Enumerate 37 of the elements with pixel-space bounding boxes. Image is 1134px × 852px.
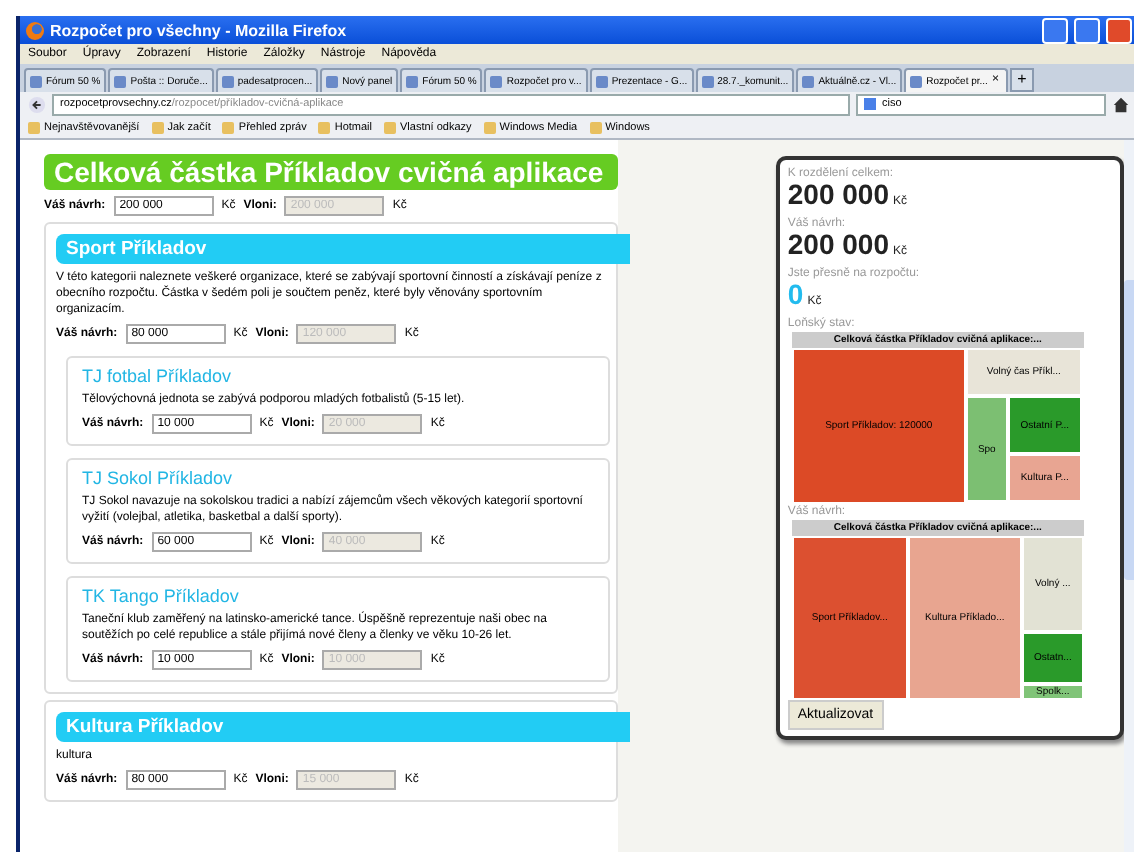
maximize-button[interactable] bbox=[1074, 17, 1100, 43]
total-amount: 200 000 bbox=[787, 182, 889, 208]
browser-logo-icon bbox=[26, 21, 44, 39]
scrollbar-thumb[interactable] bbox=[1124, 280, 1134, 580]
bookmark-icon bbox=[384, 121, 396, 133]
page-title: Celková částka Příkladov cvičná aplikace bbox=[44, 154, 618, 190]
balance-amount: 0 bbox=[787, 282, 804, 308]
bookmark-icon bbox=[589, 121, 602, 133]
category-title: Sport Příkladov bbox=[56, 234, 630, 264]
scrollbar[interactable] bbox=[1124, 140, 1134, 852]
favicon-icon bbox=[406, 75, 419, 87]
favicon-icon bbox=[490, 75, 503, 87]
favicon-icon bbox=[802, 75, 815, 87]
back-icon[interactable] bbox=[28, 95, 46, 113]
bookmark-icon bbox=[318, 121, 331, 133]
proposal-amount: 200 000 bbox=[787, 232, 889, 258]
new-tab-button[interactable]: + bbox=[1009, 68, 1034, 92]
favicon-icon bbox=[701, 75, 714, 87]
favicon-icon bbox=[595, 75, 608, 87]
organization-title: TK Tango Příkladov bbox=[82, 586, 241, 606]
bookmark-icon bbox=[483, 121, 496, 133]
favicon-icon bbox=[30, 75, 42, 87]
favicon-icon bbox=[221, 75, 234, 87]
minimize-button[interactable] bbox=[1042, 17, 1068, 43]
category-title: Kultura Příkladov bbox=[56, 712, 630, 742]
organization-title: TJ fotbal Příkladov bbox=[82, 366, 234, 386]
bookmark-icon bbox=[222, 121, 235, 133]
bookmark-icon bbox=[151, 121, 164, 133]
home-icon[interactable] bbox=[1112, 95, 1130, 113]
bookmark-icon bbox=[28, 121, 40, 133]
favicon-icon bbox=[326, 75, 339, 87]
organization-title: TJ Sokol Příkladov bbox=[82, 468, 235, 488]
favicon-icon bbox=[910, 75, 923, 87]
close-button[interactable] bbox=[1106, 17, 1132, 43]
window-title: Rozpočet pro všechny - Mozilla Firefox bbox=[50, 21, 349, 39]
search-engine-icon bbox=[864, 98, 876, 110]
favicon-icon bbox=[114, 75, 127, 87]
